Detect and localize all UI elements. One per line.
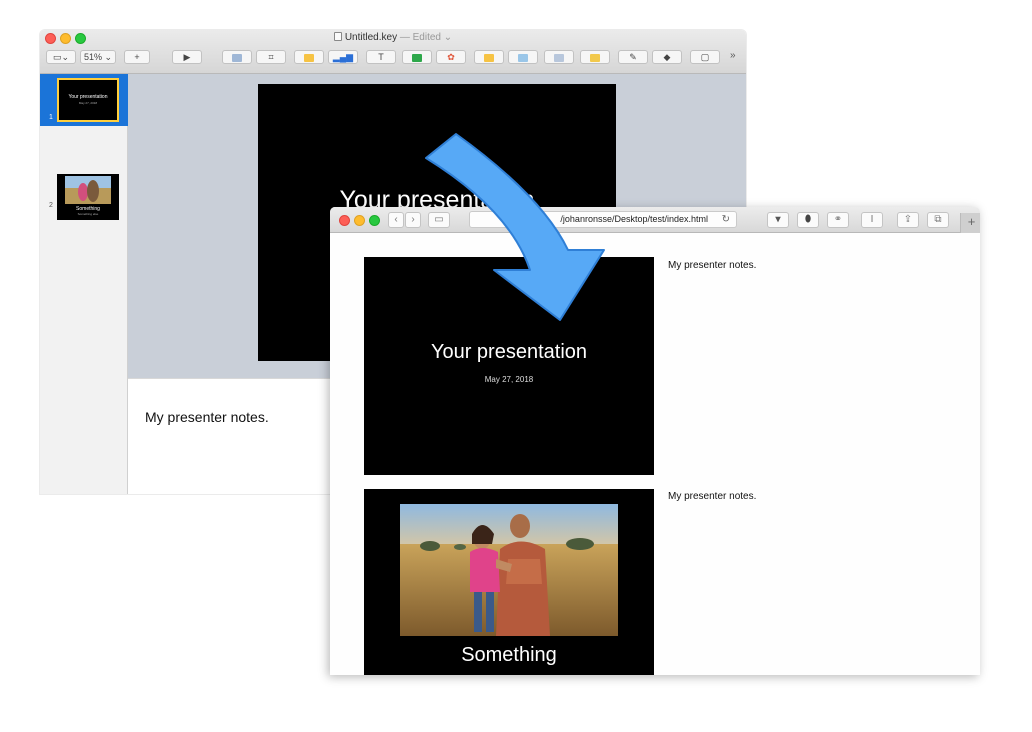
reload-icon[interactable]: ↻ xyxy=(722,212,730,227)
share-icon xyxy=(518,53,528,62)
window-title: Untitled.key — Edited ⌄ xyxy=(40,32,746,43)
chevron-left-icon: ‹ xyxy=(394,214,398,225)
sidebar-icon: ▭ xyxy=(434,214,444,225)
privacy-button[interactable]: ⬮ xyxy=(797,212,819,228)
extension-button[interactable]: ▾ xyxy=(767,212,789,228)
lock-icon xyxy=(590,53,600,62)
slide-number: 1 xyxy=(49,114,53,121)
slide-thumbnail-1[interactable]: Your presentation May 27, 2018 xyxy=(57,78,119,122)
thumbnail-subtitle: May 27, 2018 xyxy=(78,101,98,105)
web-slide-notes: My presenter notes. xyxy=(668,260,757,271)
comment-button[interactable] xyxy=(474,50,504,64)
chevron-right-icon: › xyxy=(411,214,415,225)
edited-status: — Edited ⌄ xyxy=(399,32,453,43)
thumbnail-subtitle: Something else xyxy=(77,212,99,216)
photo-thumbnail xyxy=(65,176,111,204)
document-name: Untitled.key xyxy=(344,32,398,43)
text-cursor-icon: I xyxy=(870,214,874,225)
web-slide-title: Something xyxy=(461,644,557,666)
more-icon[interactable]: » xyxy=(730,50,736,61)
animate-icon: ◆ xyxy=(663,52,671,62)
play-button[interactable]: ▶ xyxy=(172,50,202,64)
share-button[interactable] xyxy=(508,50,538,64)
slide-number: 2 xyxy=(49,202,53,209)
sidebar-view-icon: ▭⌄ xyxy=(52,52,70,62)
back-button[interactable]: ‹ xyxy=(388,212,404,228)
keynote-toolbar: Untitled.key — Edited ⌄ ▭⌄ 51% ⌄ + ▶ ⌗ ▂… xyxy=(40,30,746,74)
extension-icon: ▾ xyxy=(775,214,781,225)
table-insert-icon xyxy=(304,53,314,62)
animate-button[interactable]: ◆ xyxy=(652,50,682,64)
url-text: /johanronsse/Desktop/test/index.html xyxy=(560,214,708,224)
share-icon: ⇪ xyxy=(903,214,913,225)
document-inspector-icon: ▢ xyxy=(700,52,710,62)
slide-navigator: 1 Your presentation May 27, 2018 2 Somet… xyxy=(40,74,128,494)
table-button[interactable] xyxy=(222,50,252,64)
shield-icon: ⬮ xyxy=(804,214,812,225)
tabs-icon: ⧉ xyxy=(934,214,942,225)
zoom-value: 51% xyxy=(83,52,102,62)
media-button[interactable]: ✿ xyxy=(436,50,466,64)
text-icon: T xyxy=(378,52,384,62)
tabs-button[interactable]: ⧉ xyxy=(927,212,949,228)
web-slide-2: Something xyxy=(364,489,654,675)
comment-icon xyxy=(484,53,494,62)
web-slide-title: Your presentation xyxy=(430,341,588,363)
crop-icon: ⌗ xyxy=(268,52,274,62)
crop-button[interactable]: ⌗ xyxy=(256,50,286,64)
chart-button[interactable]: ▂▄▆ xyxy=(328,50,358,64)
thumbnail-title: Your presentation xyxy=(68,94,108,100)
document-button[interactable]: ▢ xyxy=(690,50,720,64)
format-button[interactable]: ✎ xyxy=(618,50,648,64)
table-icon xyxy=(232,53,242,62)
document-icon xyxy=(333,32,342,41)
address-bar[interactable]: /johanronsse/Desktop/test/index.html ↻ xyxy=(469,211,737,228)
zoom-window-button[interactable] xyxy=(369,215,380,226)
arrange-icon xyxy=(554,53,564,62)
web-slide-notes: My presenter notes. xyxy=(668,491,757,502)
plus-icon: + xyxy=(134,52,140,62)
shape-button[interactable] xyxy=(402,50,432,64)
arrange-button[interactable] xyxy=(544,50,574,64)
reader-button[interactable]: I xyxy=(861,212,883,228)
close-button[interactable] xyxy=(339,215,350,226)
safari-toolbar: ‹ › ▭ /johanronsse/Desktop/test/index.ht… xyxy=(330,207,980,233)
forward-button[interactable]: › xyxy=(405,212,421,228)
presenter-notes-text[interactable]: My presenter notes. xyxy=(145,409,269,425)
slide-thumbnail-2[interactable]: Something Something else xyxy=(57,174,119,220)
shape-icon xyxy=(412,53,422,62)
media-icon: ✿ xyxy=(447,52,455,62)
web-page: Your presentation May 27, 2018 My presen… xyxy=(330,233,980,675)
plus-icon: + xyxy=(967,214,976,229)
safari-window: ‹ › ▭ /johanronsse/Desktop/test/index.ht… xyxy=(330,207,980,675)
new-tab-button[interactable]: + xyxy=(960,213,980,233)
zoom-select[interactable]: 51% ⌄ xyxy=(80,50,116,64)
family-photo xyxy=(400,504,618,636)
format-brush-icon: ✎ xyxy=(629,52,637,62)
web-slide-1: Your presentation May 27, 2018 xyxy=(364,257,654,475)
sidebar-button[interactable]: ▭ xyxy=(428,212,450,228)
share-button[interactable]: ⇪ xyxy=(897,212,919,228)
table-insert-button[interactable] xyxy=(294,50,324,64)
minimize-button[interactable] xyxy=(354,215,365,226)
add-slide-button[interactable]: + xyxy=(124,50,150,64)
view-button[interactable]: ▭⌄ xyxy=(46,50,76,64)
play-icon: ▶ xyxy=(183,52,191,62)
link-icon: ⚭ xyxy=(833,214,843,225)
web-slide-date: May 27, 2018 xyxy=(484,375,534,384)
text-button[interactable]: T xyxy=(366,50,396,64)
chart-icon: ▂▄▆ xyxy=(332,52,354,62)
lock-button[interactable] xyxy=(580,50,610,64)
link-button[interactable]: ⚭ xyxy=(827,212,849,228)
